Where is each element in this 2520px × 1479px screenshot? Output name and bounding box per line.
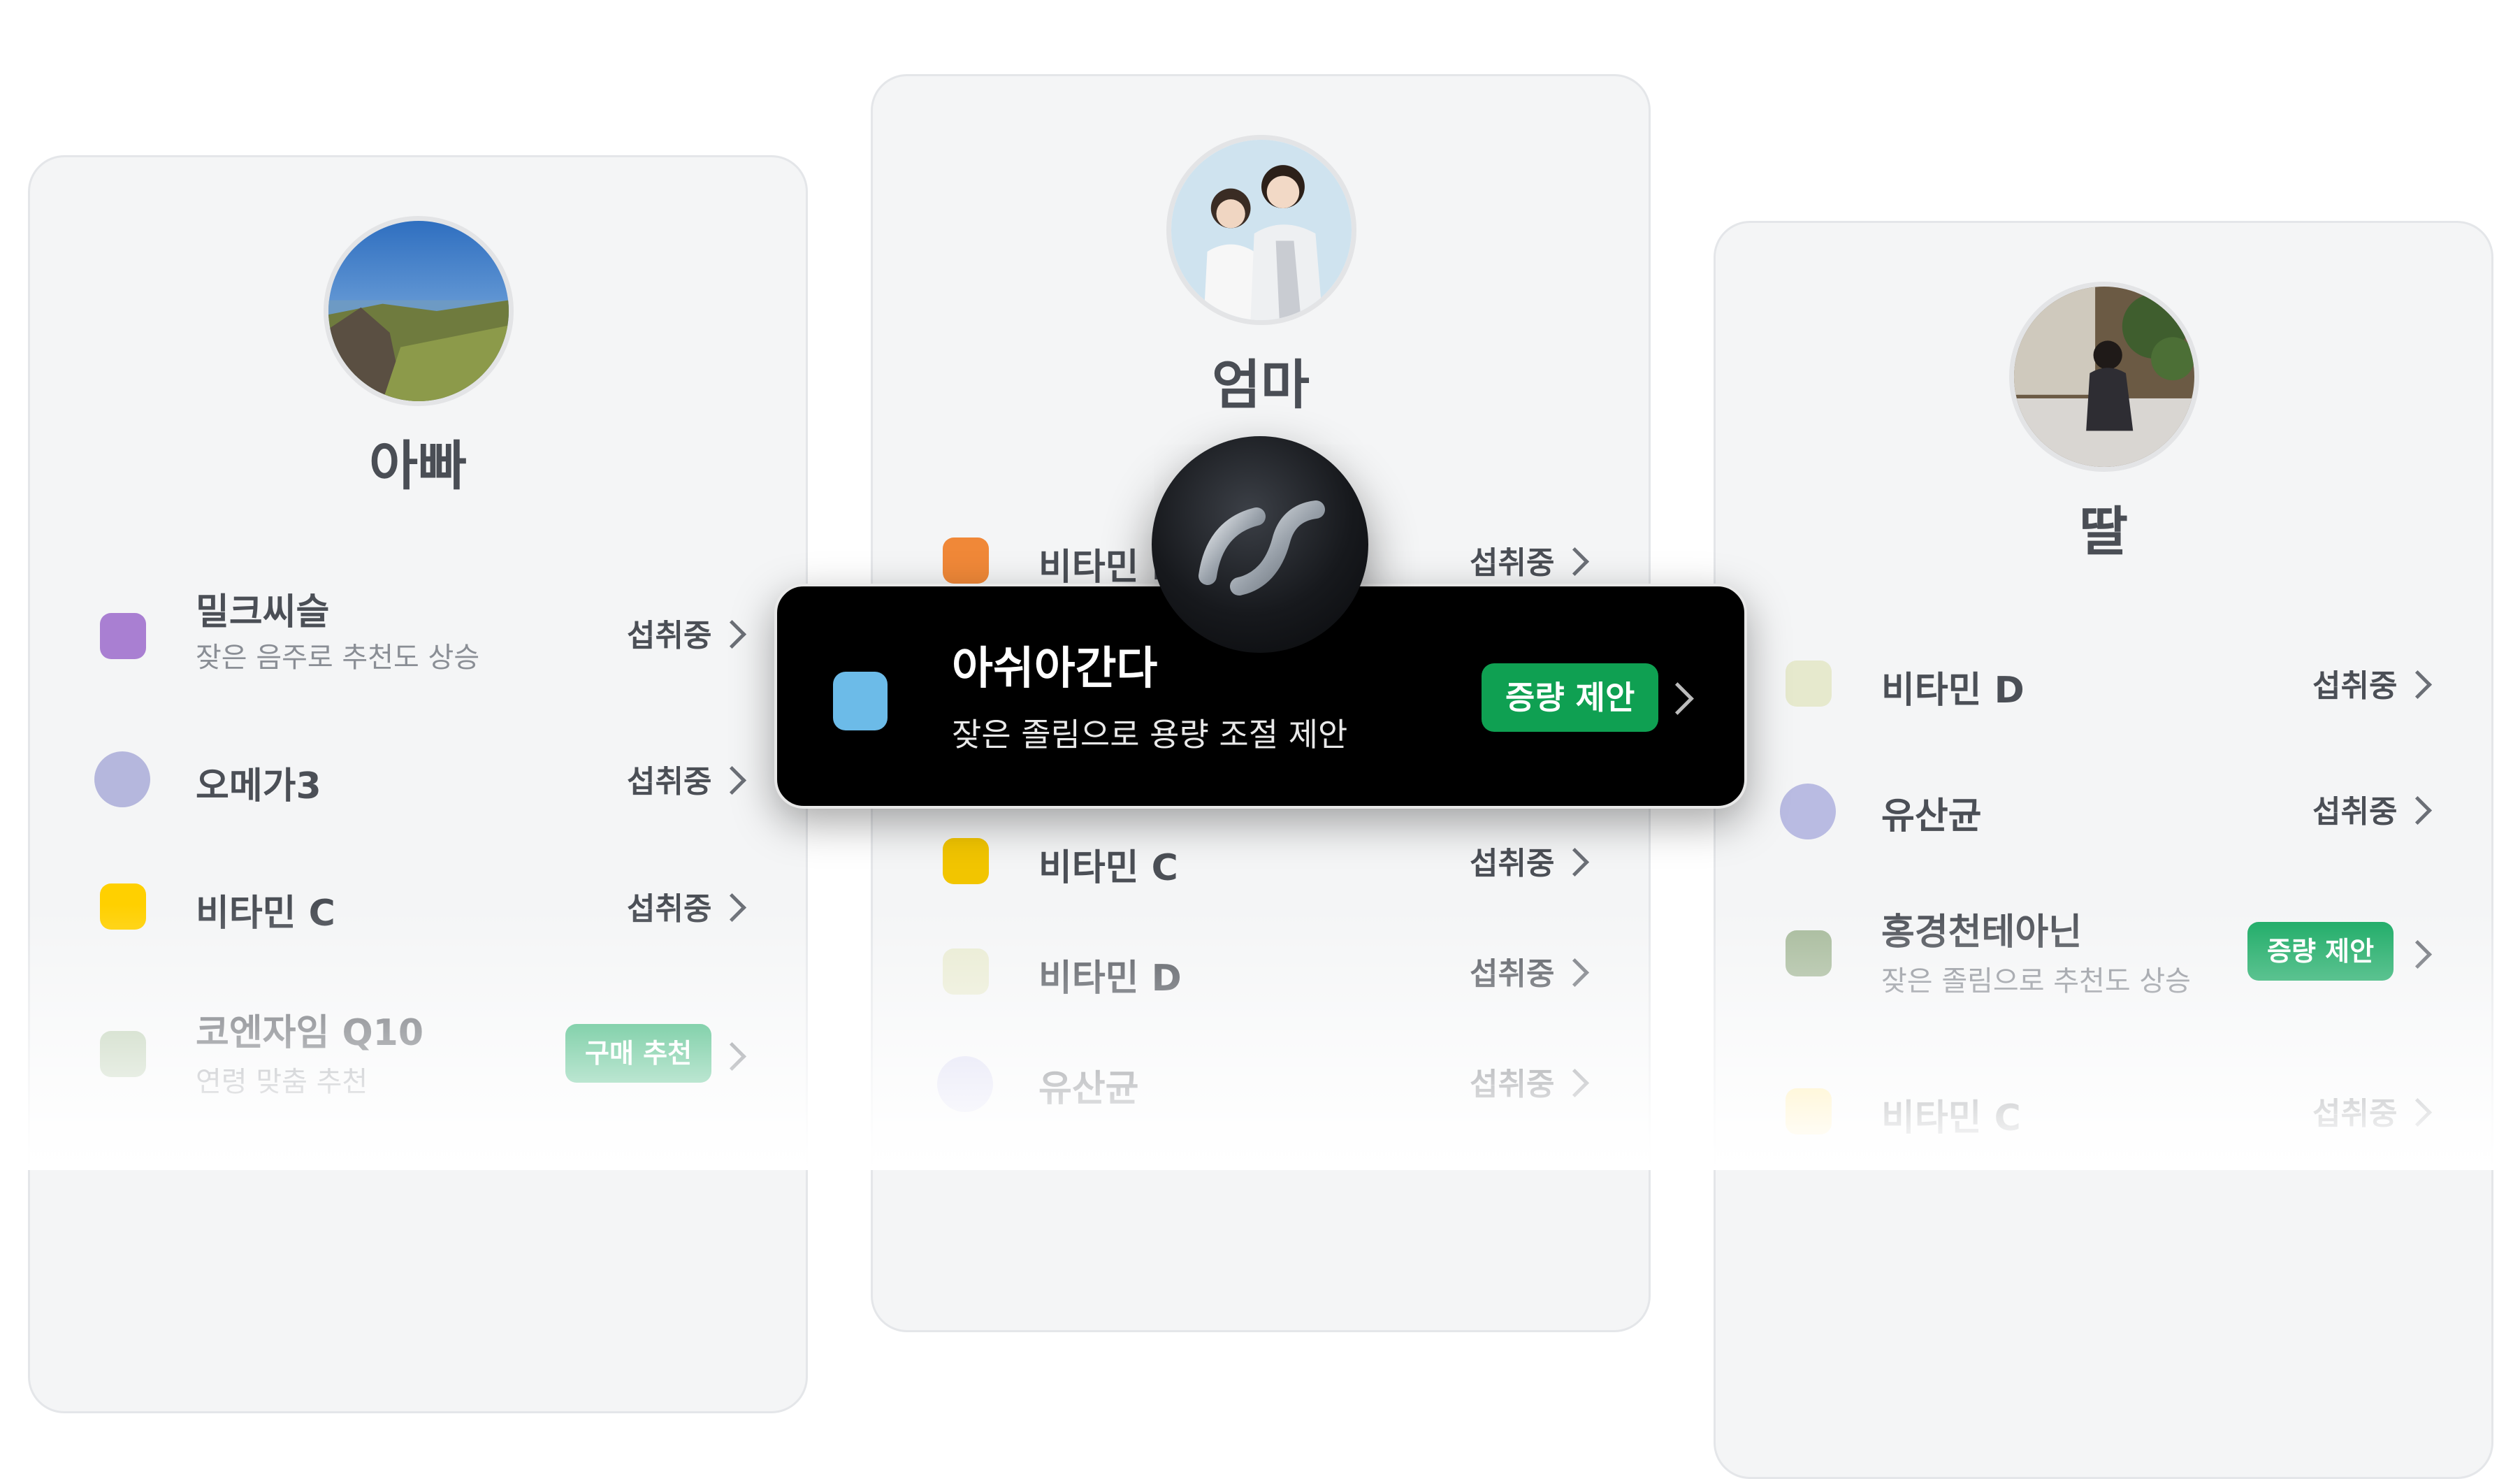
list-item[interactable]: 코엔자임 Q10 연령 맞춤 추천 구매 추천 — [30, 1003, 806, 1108]
chevron-right-icon — [1560, 847, 1590, 877]
list-item[interactable]: 비타민 C 섭취중 — [30, 852, 806, 957]
supplement-color-icon — [1786, 1088, 1832, 1134]
supplement-color-icon — [943, 838, 989, 884]
supplement-color-icon — [94, 751, 150, 807]
link-icon[interactable] — [1152, 436, 1368, 653]
chevron-right-icon — [717, 893, 747, 923]
person-name: 아빠 — [369, 435, 467, 497]
purchase-recommend-badge[interactable]: 구매 추천 — [565, 1024, 712, 1083]
chevron-right-icon — [717, 765, 747, 795]
chevron-right-icon — [2403, 795, 2433, 825]
chevron-right-icon — [2403, 1097, 2433, 1127]
supplement-color-icon — [1786, 930, 1832, 976]
list-item[interactable]: 비타민 D 섭취중 — [1716, 633, 2491, 737]
chevron-right-icon — [2403, 939, 2433, 969]
supplement-color-icon — [943, 948, 989, 995]
chevron-right-icon — [1560, 1068, 1590, 1098]
list-item[interactable]: 비타민 D 섭취중 — [873, 921, 1649, 1025]
avatar-daughter — [2009, 282, 2199, 472]
chevron-right-icon — [1560, 958, 1590, 988]
chevron-right-icon — [717, 619, 747, 649]
popup-subtitle: 잦은 졸림으로 용량 조절 제안 — [952, 716, 1348, 753]
chevron-right-icon — [1661, 682, 1694, 715]
list-item[interactable]: 비타민 C 섭취중 — [1716, 1060, 2491, 1165]
supplement-color-icon — [100, 1031, 146, 1077]
supplement-color-icon — [943, 538, 989, 584]
person-name: 딸 — [2079, 500, 2128, 563]
dose-increase-badge[interactable]: 증량 제안 — [1482, 663, 1659, 732]
dose-increase-badge[interactable]: 증량 제안 — [2247, 922, 2394, 981]
supplement-color-icon — [833, 672, 888, 730]
chevron-right-icon — [717, 1041, 747, 1072]
list-item[interactable]: 오메가3 섭취중 — [30, 725, 806, 830]
avatar-dad — [324, 216, 514, 406]
list-item[interactable]: 유산균 섭취중 — [873, 1031, 1649, 1136]
list-item[interactable]: 비타민 C 섭취중 — [873, 810, 1649, 915]
list-item[interactable]: 홍경천테아닌 잦은 졸림으로 추천도 상승 증량 제안 — [1716, 902, 2491, 1007]
popup-title: 아쉬아간다 — [952, 643, 1158, 695]
supplement-color-icon — [1780, 784, 1836, 839]
profile-card-daughter: 딸 비타민 D 섭취중 유산균 섭취중 홍경천테아닌 잦은 졸림으로 추천도 상… — [1714, 221, 2493, 1479]
chevron-right-icon — [1560, 547, 1590, 577]
supplement-color-icon — [100, 883, 146, 930]
chevron-right-icon — [2403, 670, 2433, 700]
profile-card-dad: 아빠 밀크씨슬 잦은 음주로 추천도 상승 섭취중 오메가3 섭취중 비타민 C… — [28, 155, 808, 1413]
supplement-color-icon — [937, 1056, 993, 1112]
avatar-mom — [1166, 135, 1356, 325]
list-item[interactable]: 유산균 섭취중 — [1716, 758, 2491, 863]
supplement-color-icon — [1786, 661, 1832, 707]
supplement-color-icon — [100, 613, 146, 659]
list-item[interactable]: 밀크씨슬 잦은 음주로 추천도 상승 섭취중 — [30, 582, 806, 687]
person-name: 엄마 — [1212, 354, 1310, 416]
